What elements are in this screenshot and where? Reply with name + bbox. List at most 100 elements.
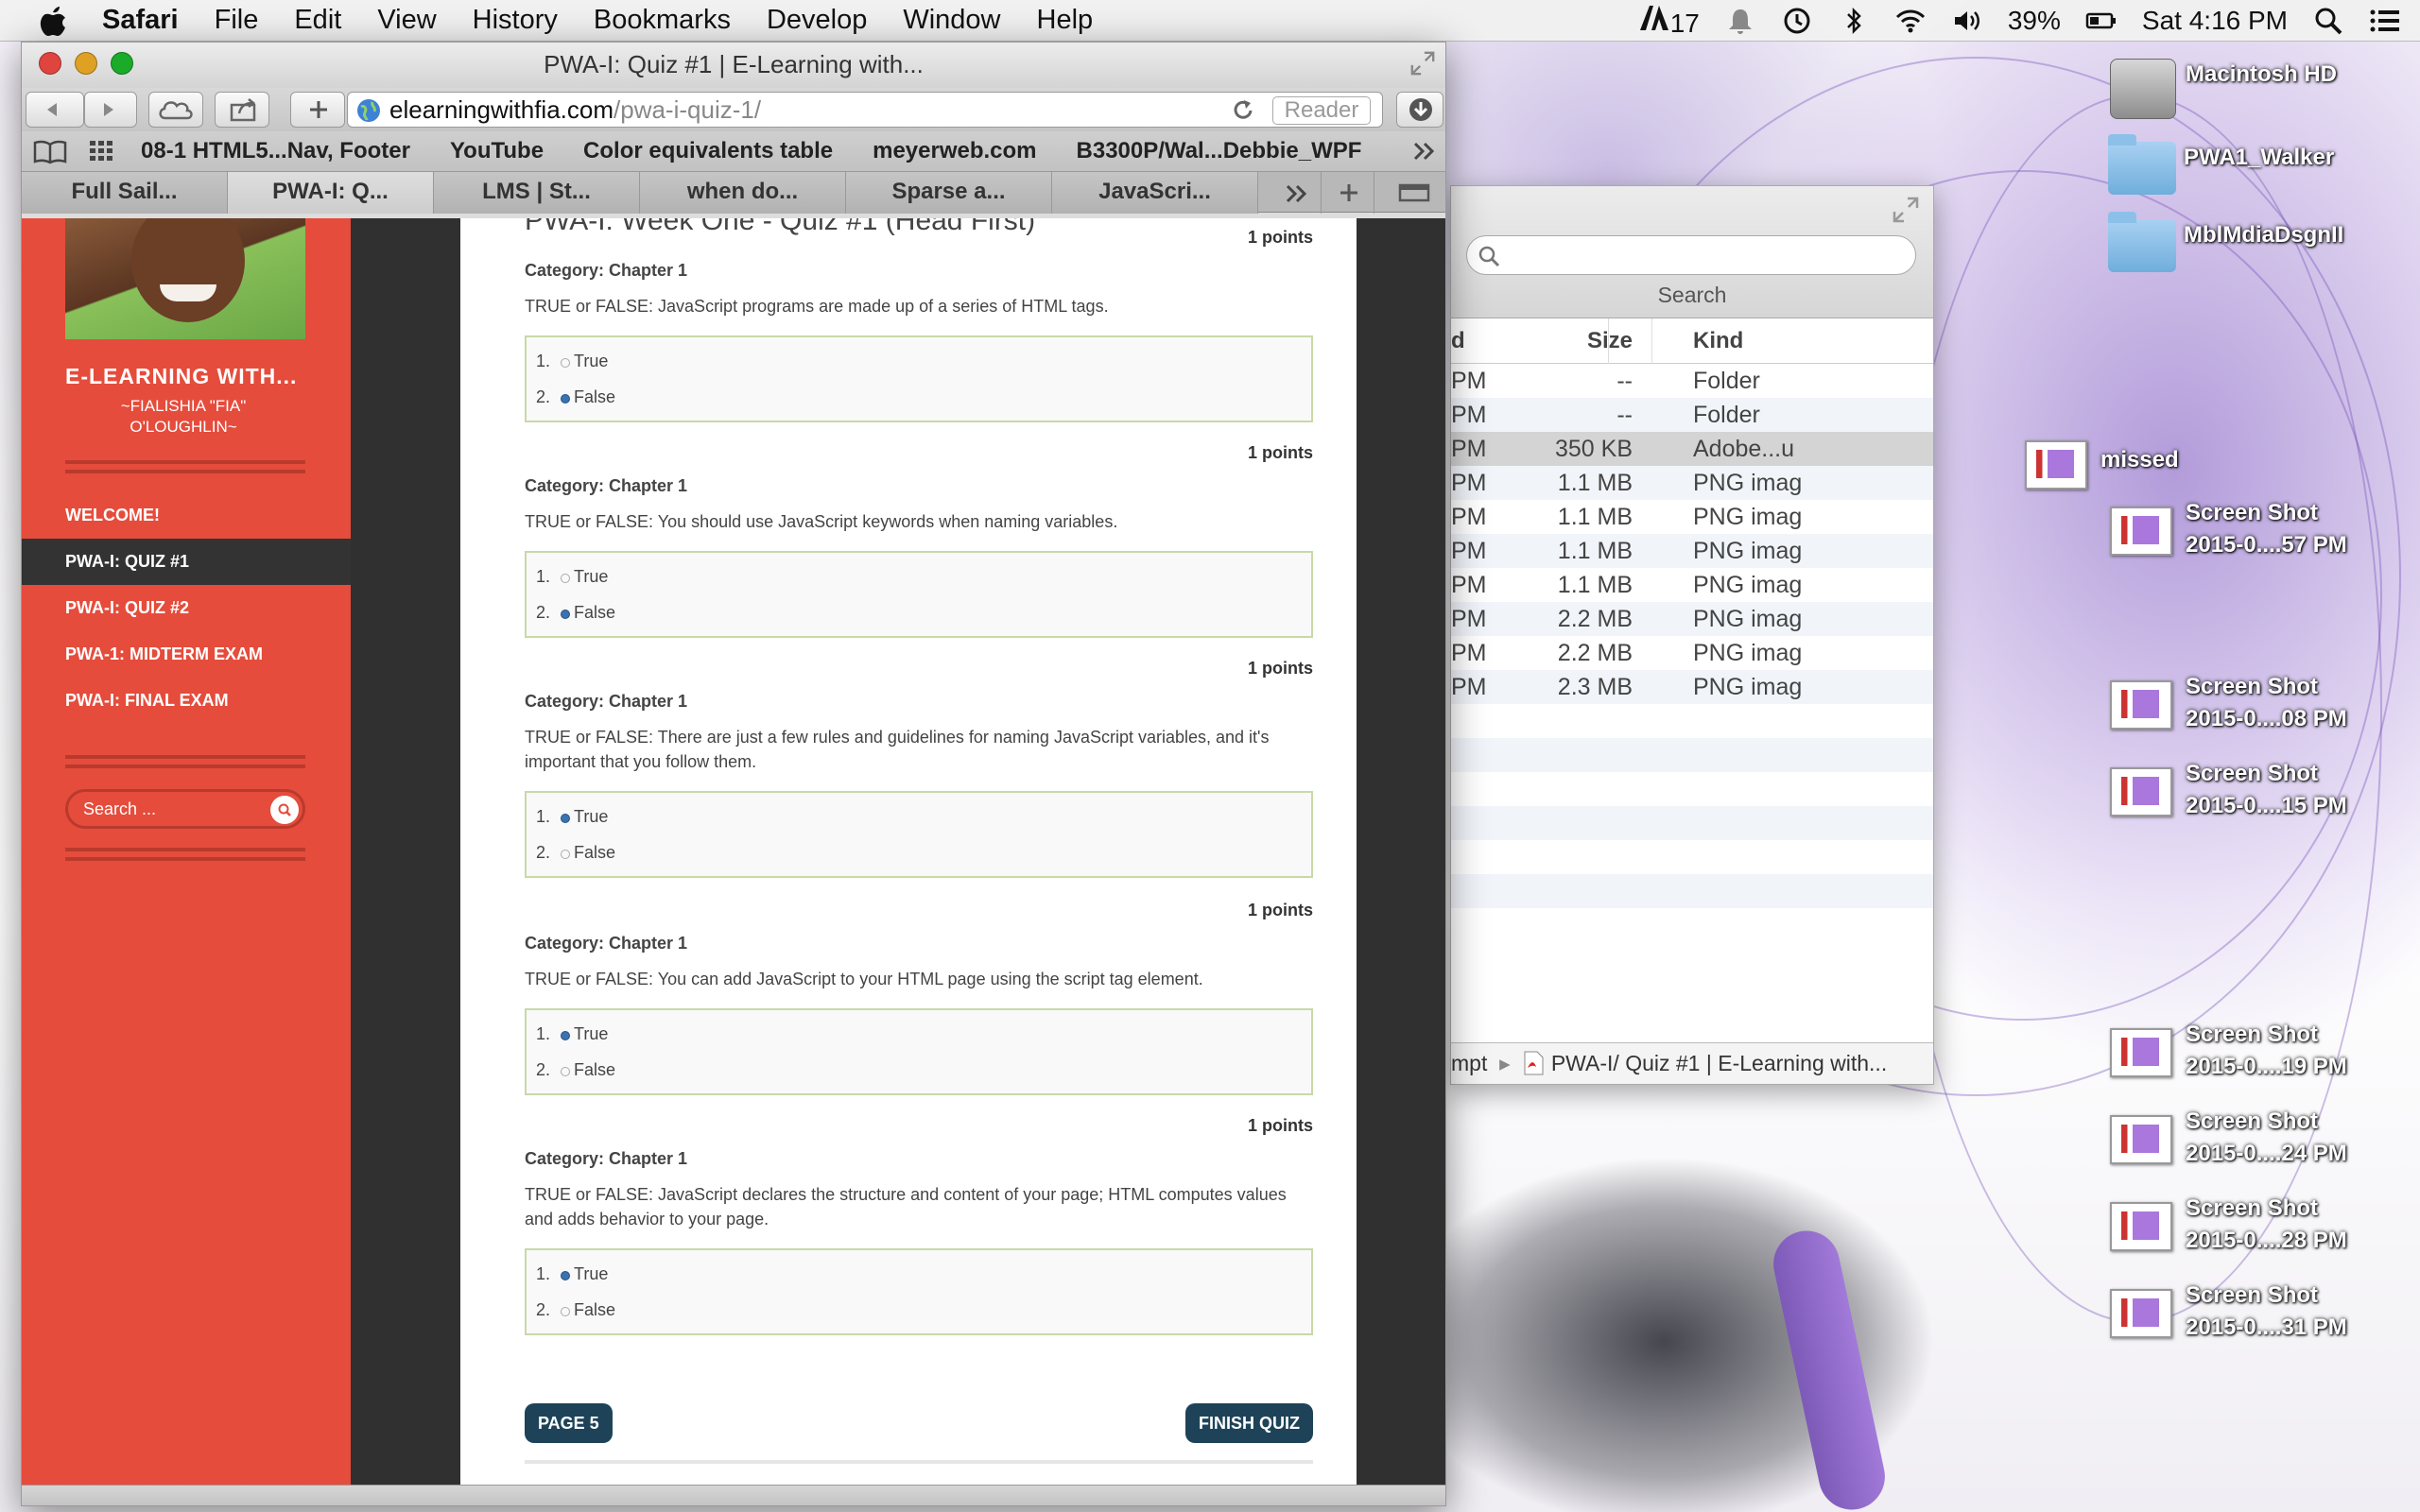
bookmark-color-equivalents[interactable]: Color equivalents table	[583, 138, 833, 164]
radio-button[interactable]	[561, 1271, 571, 1280]
menu-bookmarks[interactable]: Bookmarks	[594, 5, 731, 36]
notification-center-icon[interactable]	[2369, 7, 2401, 35]
tab-pwa-quiz[interactable]: PWA-I: Q...	[228, 172, 434, 214]
reading-list-icon[interactable]	[31, 137, 69, 165]
finder-row[interactable]: PM -- Folder	[1451, 398, 1933, 432]
notification-bell-icon[interactable]	[1724, 7, 1756, 35]
finder-row[interactable]: PM 350 KB Adobe...u	[1451, 432, 1933, 466]
wifi-icon[interactable]	[1894, 7, 1927, 35]
reload-icon[interactable]	[1231, 98, 1255, 123]
reader-button[interactable]: Reader	[1272, 96, 1371, 125]
bookmark-b3300p[interactable]: B3300P/Wal...Debbie_WPF	[1077, 138, 1362, 164]
menu-window[interactable]: Window	[903, 5, 1000, 36]
tab-full-sail[interactable]: Full Sail...	[22, 172, 228, 214]
battery-percent[interactable]: 39%	[2008, 6, 2061, 36]
desktop-screenshot[interactable]: Screen Shot 2015-0....57 PM	[2110, 497, 2347, 563]
nav-welcome[interactable]: WELCOME!	[22, 492, 351, 539]
tab-lms[interactable]: LMS | St...	[434, 172, 640, 214]
tab-javascript[interactable]: JavaScri...	[1052, 172, 1258, 214]
finder-row[interactable]: PM 1.1 MB PNG imag	[1451, 500, 1933, 534]
finder-row[interactable]: PM 1.1 MB PNG imag	[1451, 534, 1933, 568]
path-file[interactable]: PWA-I/ Quiz #1 | E-Learning with...	[1551, 1051, 1887, 1075]
finder-search-input[interactable]	[1466, 235, 1916, 275]
new-tab-plus-icon[interactable]	[1336, 180, 1362, 205]
volume-icon[interactable]	[1951, 7, 1983, 35]
answer-option[interactable]: 1. True	[536, 558, 1302, 594]
tab-when-do[interactable]: when do...	[640, 172, 846, 214]
desktop-screenshot[interactable]: Screen Shot 2015-0....08 PM	[2110, 671, 2347, 737]
desktop-screenshot[interactable]: Screen Shot 2015-0....24 PM	[2110, 1106, 2347, 1172]
spotlight-search-icon[interactable]	[2312, 7, 2344, 35]
apple-icon[interactable]	[34, 5, 72, 37]
answer-option[interactable]: 2. False	[536, 379, 1302, 415]
menu-develop[interactable]: Develop	[767, 5, 867, 36]
time-machine-icon[interactable]	[1781, 7, 1813, 35]
page-5-button[interactable]: PAGE 5	[525, 1403, 613, 1443]
radio-button[interactable]	[561, 1067, 571, 1076]
answer-option[interactable]: 2. False	[536, 1292, 1302, 1328]
menu-edit[interactable]: Edit	[294, 5, 341, 36]
new-tab-button[interactable]	[290, 92, 345, 128]
desktop-screenshot[interactable]: Screen Shot 2015-0....15 PM	[2110, 758, 2347, 824]
bookmark-html5-nav-footer[interactable]: 08-1 HTML5...Nav, Footer	[141, 138, 410, 164]
radio-button[interactable]	[561, 850, 571, 859]
finish-quiz-button[interactable]: FINISH QUIZ	[1185, 1403, 1313, 1443]
desktop-screenshot[interactable]: Screen Shot 2015-0....19 PM	[2110, 1019, 2347, 1085]
radio-button[interactable]	[561, 394, 571, 404]
desktop-missed-file[interactable]: missed	[2025, 440, 2179, 497]
menu-view[interactable]: View	[377, 5, 436, 36]
finder-row[interactable]: PM -- Folder	[1451, 364, 1933, 398]
finder-fullscreen-icon[interactable]	[1892, 196, 1920, 224]
finder-row[interactable]: PM 1.1 MB PNG imag	[1451, 466, 1933, 500]
bookmark-youtube[interactable]: YouTube	[450, 138, 544, 164]
nav-quiz-2[interactable]: PWA-I: QUIZ #2	[22, 585, 351, 631]
menu-clock[interactable]: Sat 4:16 PM	[2142, 6, 2288, 36]
finder-row[interactable]: PM 2.2 MB PNG imag	[1451, 602, 1933, 636]
radio-button[interactable]	[561, 358, 571, 368]
nav-midterm-exam[interactable]: PWA-1: MIDTERM EXAM	[22, 631, 351, 678]
answer-option[interactable]: 2. False	[536, 834, 1302, 870]
share-button[interactable]	[215, 92, 269, 128]
radio-button[interactable]	[561, 1307, 571, 1316]
finder-row[interactable]: PM 2.2 MB PNG imag	[1451, 636, 1933, 670]
bookmark-meyerweb[interactable]: meyerweb.com	[873, 138, 1036, 164]
menu-file[interactable]: File	[215, 5, 259, 36]
radio-button[interactable]	[561, 610, 571, 619]
desktop-drive[interactable]: PWA1_Walker	[2108, 134, 2334, 198]
finder-row[interactable]: PM 2.3 MB PNG imag	[1451, 670, 1933, 704]
radio-button[interactable]	[561, 574, 571, 583]
desktop-screenshot[interactable]: Screen Shot 2015-0....31 PM	[2110, 1280, 2347, 1346]
answer-option[interactable]: 1. True	[536, 1256, 1302, 1292]
nav-quiz-1[interactable]: PWA-I: QUIZ #1	[22, 539, 351, 585]
answer-option[interactable]: 1. True	[536, 343, 1302, 379]
adobe-status[interactable]: 17	[1638, 4, 1700, 39]
tab-sparse[interactable]: Sparse a...	[846, 172, 1052, 214]
answer-option[interactable]: 1. True	[536, 799, 1302, 834]
desktop-drive[interactable]: Macintosh HD	[2110, 59, 2337, 119]
address-bar[interactable]: elearningwithfia.com/pwa-i-quiz-1/ Reade…	[347, 92, 1383, 128]
menu-app-name[interactable]: Safari	[102, 5, 179, 36]
answer-option[interactable]: 2. False	[536, 594, 1302, 630]
fullscreen-icon[interactable]	[1409, 50, 1436, 77]
column-size[interactable]: Size	[1587, 328, 1633, 354]
battery-icon[interactable]	[2085, 7, 2118, 35]
answer-option[interactable]: 2. False	[536, 1052, 1302, 1088]
column-kind[interactable]: Kind	[1693, 328, 1743, 354]
answer-option[interactable]: 1. True	[536, 1016, 1302, 1052]
radio-button[interactable]	[561, 1031, 571, 1040]
radio-button[interactable]	[561, 814, 571, 823]
menu-history[interactable]: History	[473, 5, 558, 36]
forward-button[interactable]	[84, 92, 137, 128]
tab-view-icon[interactable]	[1398, 183, 1430, 202]
nav-final-exam[interactable]: PWA-I: FINAL EXAM	[22, 678, 351, 724]
menu-help[interactable]: Help	[1037, 5, 1094, 36]
downloads-button[interactable]	[1396, 92, 1443, 128]
site-title[interactable]: E-LEARNING WITH...	[65, 364, 330, 389]
bluetooth-icon[interactable]	[1838, 7, 1870, 35]
search-button[interactable]	[270, 796, 299, 824]
column-date[interactable]: d	[1451, 328, 1465, 354]
site-search-input[interactable]: Search ...	[65, 789, 305, 829]
desktop-screenshot[interactable]: Screen Shot 2015-0....28 PM	[2110, 1193, 2347, 1259]
bookmarks-overflow-chevron-icon[interactable]	[1411, 139, 1438, 163]
path-prefix[interactable]: mpt	[1451, 1051, 1487, 1075]
